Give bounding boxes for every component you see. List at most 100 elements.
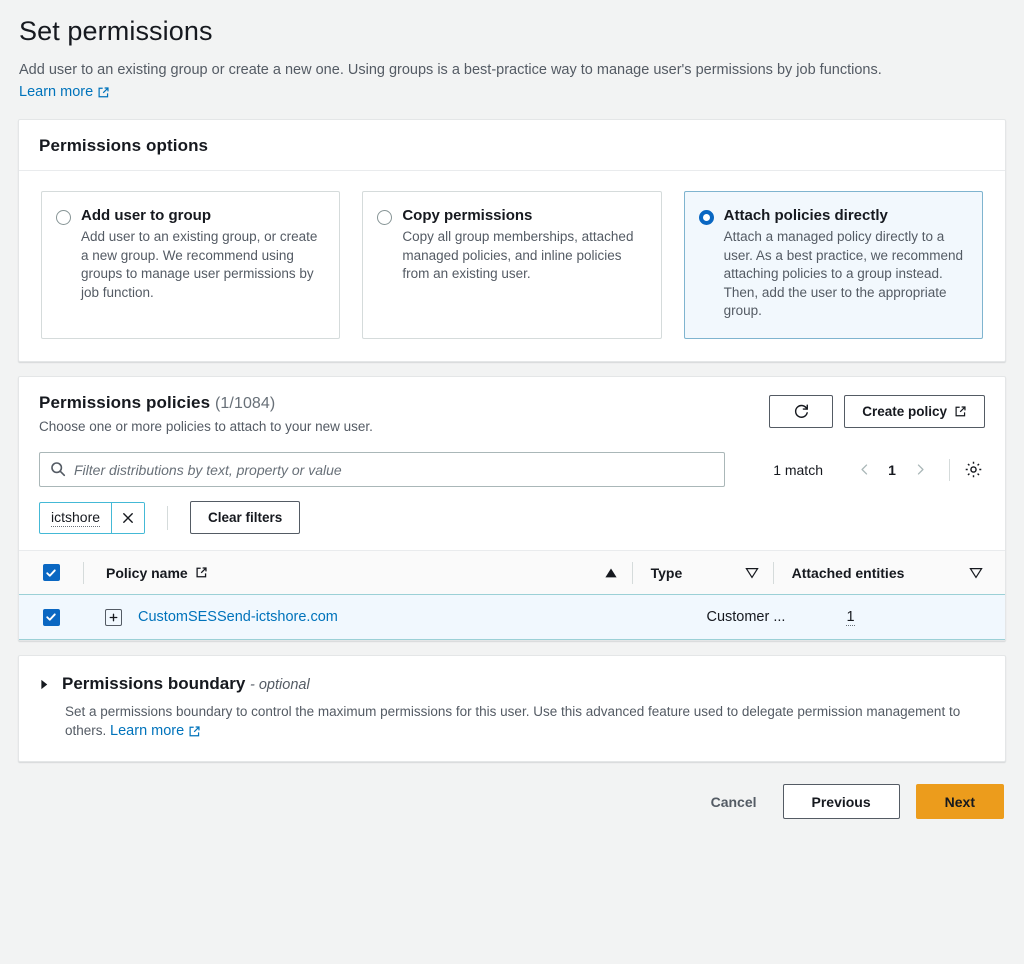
row-policy-name-cell: CustomSESSend-ictshore.com — [83, 608, 538, 626]
create-policy-label: Create policy — [862, 404, 947, 419]
next-button[interactable]: Next — [915, 784, 1004, 819]
chevron-right-icon — [41, 679, 48, 689]
permissions-policies-title-text: Permissions policies — [39, 393, 211, 412]
check-icon — [46, 613, 56, 621]
match-count: 1 match — [773, 461, 823, 478]
option-tile-attach-policies-directly[interactable]: Attach policies directly Attach a manage… — [683, 191, 983, 339]
option-title: Attach policies directly — [723, 207, 888, 224]
header-learn-more-row: Learn more — [19, 83, 1006, 101]
option-description: Add user to an existing group, or create… — [81, 229, 318, 300]
chevron-left-icon — [860, 464, 867, 475]
permissions-options-header: Permissions options — [19, 120, 1005, 171]
pagination-divider — [949, 458, 950, 481]
boundary-learn-more-label: Learn more — [110, 723, 185, 739]
expand-row-icon[interactable] — [105, 608, 122, 626]
external-link-icon — [98, 86, 109, 97]
token-row-divider — [167, 505, 169, 530]
attached-entities-link[interactable]: 1 — [846, 609, 855, 626]
permissions-policies-title: Permissions policies (1/1084) — [39, 393, 373, 413]
radio-attach-policies-directly[interactable] — [698, 210, 714, 225]
permissions-policies-actions: Create policy — [769, 395, 985, 428]
boundary-learn-more-link[interactable]: Learn more — [110, 722, 201, 741]
close-icon — [123, 512, 133, 523]
column-header-attached-entities[interactable]: Attached entities — [774, 565, 1005, 581]
column-header-policy-name-label: Policy name — [106, 564, 188, 581]
permissions-options-title: Permissions options — [39, 136, 209, 155]
filter-token[interactable]: ictshore — [39, 501, 146, 534]
set-permissions-page: Set permissions Add user to an existing … — [0, 14, 1024, 964]
select-all-checkbox[interactable] — [42, 564, 60, 581]
permissions-policies-header-row: Permissions policies (1/1084) Choose one… — [39, 393, 985, 436]
permissions-boundary-section: Permissions boundary - optional Set a pe… — [19, 656, 1005, 761]
search-input[interactable] — [39, 452, 725, 487]
next-page-button[interactable] — [907, 455, 933, 485]
create-policy-button[interactable]: Create policy — [844, 395, 985, 428]
preferences-button[interactable] — [962, 458, 985, 481]
search-wrapper — [39, 452, 725, 487]
remove-filter-token-button[interactable] — [111, 502, 145, 533]
sort-ascending-icon — [604, 568, 617, 577]
clear-filters-button[interactable]: Clear filters — [190, 501, 301, 534]
option-tile-text: Copy permissions Copy all group membersh… — [402, 206, 644, 284]
permissions-boundary-title-text: Permissions boundary — [62, 674, 246, 693]
policy-name-sort-cell[interactable] — [539, 567, 632, 579]
external-link-icon — [189, 726, 200, 737]
previous-button[interactable]: Previous — [782, 784, 900, 819]
option-description: Copy all group memberships, attached man… — [402, 229, 634, 281]
radio-add-user-to-group[interactable] — [56, 210, 71, 225]
page-number[interactable]: 1 — [879, 462, 905, 478]
previous-page-button[interactable] — [851, 455, 877, 485]
row-attached-entities-cell: 1 — [828, 609, 1005, 626]
column-header-attached-entities-label: Attached entities — [791, 564, 905, 581]
permissions-boundary-toggle[interactable]: Permissions boundary - optional — [39, 674, 985, 694]
option-tile-add-user-to-group[interactable]: Add user to group Add user to an existin… — [41, 191, 341, 339]
radio-copy-permissions[interactable] — [377, 210, 393, 225]
gear-icon — [965, 461, 982, 478]
permissions-boundary-title: Permissions boundary - optional — [62, 674, 310, 694]
column-header-type-label: Type — [650, 564, 683, 581]
external-link-icon — [196, 567, 207, 578]
option-tile-copy-permissions[interactable]: Copy permissions Copy all group membersh… — [362, 191, 662, 339]
permissions-boundary-card: Permissions boundary - optional Set a pe… — [18, 655, 1006, 762]
filter-row: 1 match 1 — [19, 452, 1005, 487]
filter-token-label-wrap: ictshore — [40, 503, 111, 533]
external-link-icon — [955, 406, 966, 417]
refresh-button[interactable] — [769, 395, 834, 428]
refresh-icon — [794, 404, 808, 418]
pagination: 1 match 1 — [773, 455, 985, 485]
option-title: Copy permissions — [402, 207, 533, 224]
sort-icon — [969, 567, 983, 579]
column-header-type[interactable]: Type — [633, 565, 773, 581]
permissions-policies-count: (1/1084) — [214, 395, 276, 412]
permissions-policies-subtitle: Choose one or more policies to attach to… — [39, 419, 373, 434]
wizard-footer: Cancel Previous Next — [18, 784, 1006, 819]
cancel-button[interactable]: Cancel — [701, 786, 767, 818]
option-title: Add user to group — [81, 207, 211, 224]
policy-name-link[interactable]: CustomSESSend-ictshore.com — [138, 609, 338, 625]
table-row[interactable]: CustomSESSend-ictshore.com Customer ... … — [19, 594, 1005, 640]
option-tile-text: Add user to group Add user to an existin… — [81, 206, 323, 302]
check-icon — [46, 568, 56, 577]
permissions-boundary-optional-label: - optional — [250, 677, 310, 693]
sort-icon — [744, 567, 759, 579]
permissions-options-card: Permissions options Add user to group Ad… — [18, 119, 1006, 362]
learn-more-label: Learn more — [19, 84, 94, 100]
option-description: Attach a managed policy directly to a us… — [723, 229, 964, 318]
permissions-policies-header: Permissions policies (1/1084) Choose one… — [19, 377, 1005, 450]
learn-more-link[interactable]: Learn more — [19, 84, 110, 100]
plus-icon — [109, 613, 118, 621]
option-tile-text: Attach policies directly Attach a manage… — [724, 206, 966, 321]
permissions-options-tiles: Add user to group Add user to an existin… — [19, 171, 1005, 361]
column-header-policy-name[interactable]: Policy name — [84, 565, 539, 581]
chevron-right-icon — [917, 464, 924, 475]
filter-token-row: ictshore Clear filters — [19, 501, 1005, 534]
permissions-policies-titles: Permissions policies (1/1084) Choose one… — [39, 393, 373, 436]
permissions-boundary-description: Set a permissions boundary to control th… — [65, 702, 965, 741]
row-checkbox[interactable] — [42, 608, 60, 626]
policies-table: Policy name Type Attached entities Custo… — [19, 550, 1005, 640]
permissions-policies-card: Permissions policies (1/1084) Choose one… — [18, 376, 1006, 641]
filter-token-label: ictshore — [51, 508, 101, 527]
row-select-cell — [19, 608, 83, 626]
select-all-cell — [19, 564, 83, 581]
clear-filters-label: Clear filters — [208, 510, 283, 525]
